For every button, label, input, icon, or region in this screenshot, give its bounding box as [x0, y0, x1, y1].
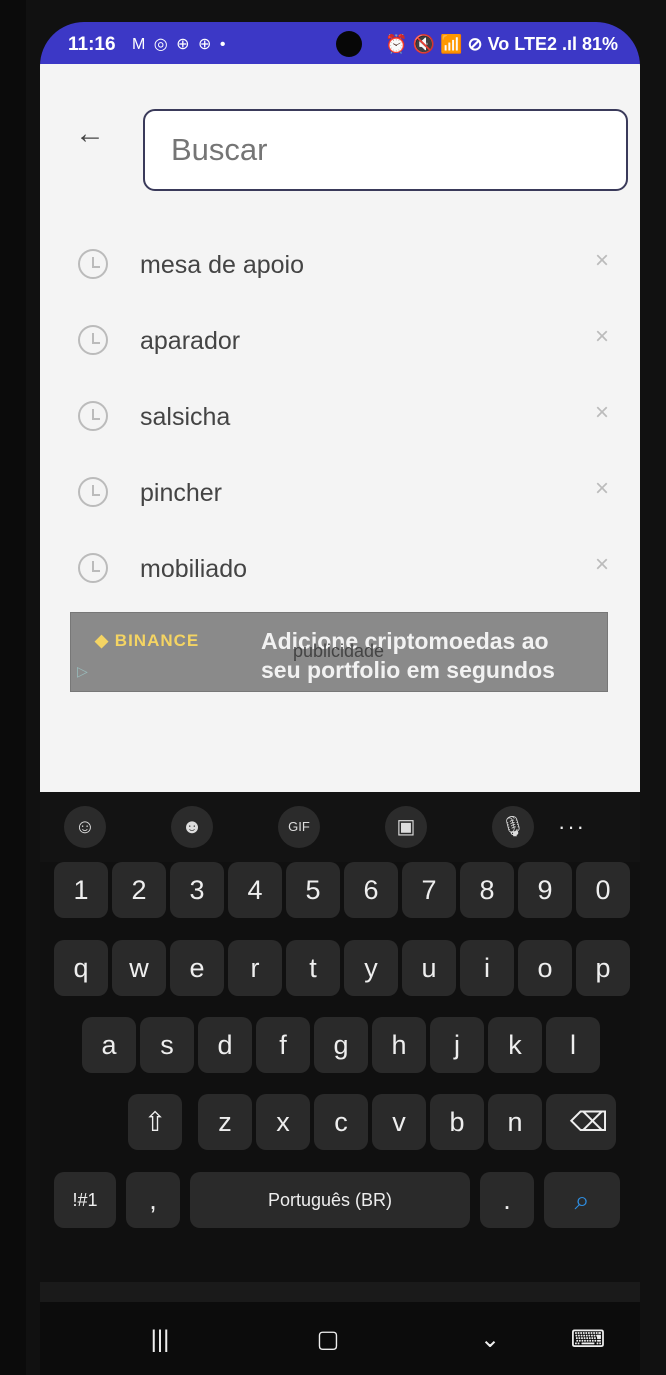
period-key[interactable]: . [480, 1172, 534, 1228]
key-5[interactable]: 5 [286, 862, 340, 918]
clipboard-icon[interactable]: ▣ [385, 806, 427, 848]
camera-hole [336, 31, 362, 57]
history-label: mobiliado [140, 555, 248, 583]
key-6[interactable]: 6 [344, 862, 398, 918]
more-options-icon[interactable]: ··· [558, 814, 586, 840]
key-t[interactable]: t [286, 940, 340, 996]
remove-history-icon[interactable]: × [595, 399, 609, 427]
ad-banner[interactable]: ◆ BINANCE Adicione criptomoedas ao seu p… [70, 612, 608, 692]
clock-icon [78, 553, 108, 583]
key-q[interactable]: q [54, 940, 108, 996]
key-i[interactable]: i [460, 940, 514, 996]
phone-screenshot: 11:16 M ◎ ⊕ ⊕ • ⏰ 🔇 📶 ⊘ Vo LTE2 .ıl 81% … [0, 0, 666, 1375]
key-n[interactable]: n [488, 1094, 542, 1150]
search-input[interactable] [171, 125, 601, 175]
history-item-salsicha[interactable]: salsicha × [40, 381, 640, 451]
clock-icon [78, 477, 108, 507]
remove-history-icon[interactable]: × [595, 475, 609, 503]
key-d[interactable]: d [198, 1017, 252, 1073]
phone-screen: 11:16 M ◎ ⊕ ⊕ • ⏰ 🔇 📶 ⊘ Vo LTE2 .ıl 81% … [40, 22, 640, 1375]
history-label: mesa de apoio [140, 251, 305, 279]
emoji-face-icon[interactable]: ☺ [64, 806, 106, 848]
notification-icons: M ◎ ⊕ ⊕ • [132, 36, 228, 53]
key-9[interactable]: 9 [518, 862, 572, 918]
key-y[interactable]: y [344, 940, 398, 996]
hide-keyboard-icon[interactable]: ⌄ [470, 1320, 510, 1360]
search-field[interactable] [143, 109, 628, 191]
key-p[interactable]: p [576, 940, 630, 996]
key-o[interactable]: o [518, 940, 572, 996]
search-key[interactable]: ⌕ [544, 1172, 620, 1228]
history-item-aparador[interactable]: aparador × [40, 305, 640, 375]
space-key[interactable]: Português (BR) [190, 1172, 470, 1228]
comma-key[interactable]: , [126, 1172, 180, 1228]
key-r[interactable]: r [228, 940, 282, 996]
key-a[interactable]: a [82, 1017, 136, 1073]
key-g[interactable]: g [314, 1017, 368, 1073]
key-k[interactable]: k [488, 1017, 542, 1073]
keyboard-toolbar: ☺ ☻ GIF ▣ 🎙 ··· [40, 792, 640, 862]
search-screen: ← mesa de apoio × aparador × salsicha × [40, 64, 640, 824]
history-item-pincher[interactable]: pincher × [40, 457, 640, 527]
keyboard-switch-icon[interactable]: ⌨ [568, 1320, 608, 1360]
search-header: ← [40, 64, 640, 191]
home-icon[interactable]: ▢ [308, 1320, 348, 1360]
status-bar: 11:16 M ◎ ⊕ ⊕ • ⏰ 🔇 📶 ⊘ Vo LTE2 .ıl 81% [40, 22, 640, 64]
clock-icon [78, 401, 108, 431]
history-item-mobiliado[interactable]: mobiliado × [40, 533, 640, 603]
recent-apps-icon[interactable]: ||| [140, 1320, 180, 1360]
clock-icon [78, 249, 108, 279]
history-label: aparador [140, 327, 241, 355]
gif-icon[interactable]: GIF [278, 806, 320, 848]
virtual-keyboard: 1234567890 qwertyuiop asdfghjkl zxcvbnm … [40, 862, 640, 1282]
status-indicators: ⏰ 🔇 📶 ⊘ Vo LTE2 .ıl 81% [385, 34, 618, 54]
key-0[interactable]: 0 [576, 862, 630, 918]
back-arrow-icon[interactable]: ← [70, 114, 110, 154]
shift-key[interactable]: ⇧ [128, 1094, 182, 1150]
key-l[interactable]: l [546, 1017, 600, 1073]
key-f[interactable]: f [256, 1017, 310, 1073]
remove-history-icon[interactable]: × [595, 247, 609, 275]
key-j[interactable]: j [430, 1017, 484, 1073]
key-2[interactable]: 2 [112, 862, 166, 918]
key-w[interactable]: w [112, 940, 166, 996]
key-8[interactable]: 8 [460, 862, 514, 918]
history-item-mesa-de-apoio[interactable]: mesa de apoio × [40, 229, 640, 299]
key-s[interactable]: s [140, 1017, 194, 1073]
key-b[interactable]: b [430, 1094, 484, 1150]
backspace-key[interactable]: ⌫ [562, 1094, 616, 1150]
key-x[interactable]: x [256, 1094, 310, 1150]
key-h[interactable]: h [372, 1017, 426, 1073]
navigation-bar: ||| ▢ ⌄ ⌨ [40, 1302, 640, 1375]
remove-history-icon[interactable]: × [595, 551, 609, 579]
ad-choices-icon[interactable]: ▷ [77, 663, 95, 681]
key-u[interactable]: u [402, 940, 456, 996]
key-z[interactable]: z [198, 1094, 252, 1150]
clock-icon [78, 325, 108, 355]
ad-brand: ◆ BINANCE [95, 631, 200, 650]
history-label: salsicha [140, 403, 231, 431]
symbols-key[interactable]: !#1 [54, 1172, 116, 1228]
key-c[interactable]: c [314, 1094, 368, 1150]
remove-history-icon[interactable]: × [595, 323, 609, 351]
key-1[interactable]: 1 [54, 862, 108, 918]
key-v[interactable]: v [372, 1094, 426, 1150]
key-4[interactable]: 4 [228, 862, 282, 918]
key-7[interactable]: 7 [402, 862, 456, 918]
history-label: pincher [140, 479, 222, 507]
key-e[interactable]: e [170, 940, 224, 996]
status-time: 11:16 [68, 34, 116, 55]
key-3[interactable]: 3 [170, 862, 224, 918]
sticker-icon[interactable]: ☻ [171, 806, 213, 848]
microphone-icon[interactable]: 🎙 [492, 806, 534, 848]
ad-overlay-label: publicidade [293, 641, 385, 661]
